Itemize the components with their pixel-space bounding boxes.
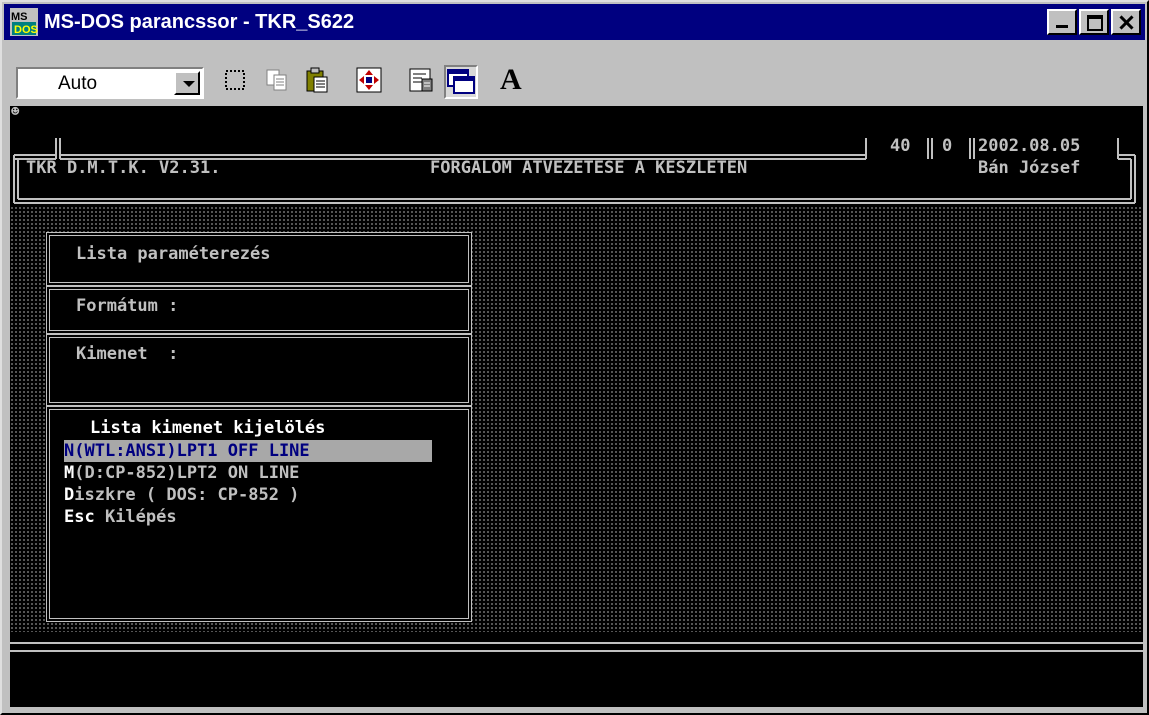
background-icon	[447, 69, 475, 94]
ms-dos-icon: MS DOS	[10, 8, 38, 36]
app-version: TKR D.M.T.K. V2.31.	[26, 158, 221, 178]
console-screen[interactable]: ☻ TKR D.M.T.K. V2.31. FORGALOM ATVEZETES…	[10, 106, 1143, 707]
minimize-button[interactable]	[1047, 9, 1077, 35]
paste-button[interactable]	[302, 65, 336, 99]
svg-text:DOS: DOS	[14, 24, 38, 36]
fullscreen-button[interactable]	[354, 65, 388, 99]
chevron-down-icon[interactable]	[174, 71, 200, 95]
menu-item-text: (WTL:ANSI)LPT1 OFF LINE	[74, 441, 310, 461]
copy-button[interactable]	[262, 65, 296, 99]
toolbar: Auto A	[4, 42, 1145, 106]
font-button[interactable]: A	[494, 63, 528, 99]
font-size-select[interactable]: Auto	[16, 67, 204, 99]
menu-item-lpt2[interactable]: M(D:CP-852)LPT2 ON LINE	[64, 462, 299, 484]
menu-item-key: D	[64, 485, 75, 505]
menu-item-exit[interactable]: Esc Kilépés	[64, 506, 177, 528]
list-panel: Lista paraméterezés Formátum : Kimenet :…	[46, 232, 472, 622]
mark-button[interactable]	[220, 65, 254, 99]
date: 2002.08.05	[978, 136, 1081, 156]
panel-title: Lista paraméterezés	[76, 244, 271, 264]
font-size-value: Auto	[58, 73, 98, 94]
title-bar[interactable]: MS DOS MS-DOS parancssor - TKR_S622	[4, 4, 1145, 40]
menu-item-disk[interactable]: Diszkre ( DOS: CP-852 )	[64, 484, 299, 506]
properties-button[interactable]	[406, 65, 440, 99]
svg-text:MS: MS	[11, 11, 28, 23]
background-button[interactable]	[444, 65, 478, 99]
dos-window: MS DOS MS-DOS parancssor - TKR_S622 Auto	[0, 0, 1149, 715]
paste-icon	[306, 67, 328, 93]
menu-item-text: (D:CP-852)LPT2 ON LINE	[74, 463, 300, 483]
menu-item-text: iszkre ( DOS: CP-852 )	[74, 485, 300, 505]
maximize-button[interactable]	[1079, 9, 1109, 35]
mark-icon	[225, 70, 245, 90]
menu-item-key: N	[64, 441, 75, 461]
function-title: FORGALOM ATVEZETESE A KESZLETEN	[430, 158, 748, 178]
counter-2: 0	[942, 136, 953, 156]
menu-item-key: Esc	[64, 507, 95, 527]
menu-item-key: M	[64, 463, 75, 483]
counter-1: 40	[890, 136, 911, 156]
font-icon: A	[500, 63, 522, 96]
copy-icon	[266, 69, 287, 91]
bottom-separator	[10, 642, 1143, 652]
user-name: Bán József	[978, 158, 1081, 178]
properties-icon	[409, 68, 433, 92]
window-title: MS-DOS parancssor - TKR_S622	[44, 11, 355, 33]
menu-title: Lista kimenet kijelölés	[90, 418, 326, 438]
fullscreen-icon	[356, 67, 382, 93]
close-button[interactable]	[1111, 9, 1141, 35]
header-frame	[13, 138, 1136, 204]
menu-item-text: Kilépés	[94, 507, 177, 527]
output-label: Kimenet :	[76, 344, 179, 364]
format-label: Formátum :	[76, 296, 179, 316]
menu-item-lpt1[interactable]: N(WTL:ANSI)LPT1 OFF LINE	[64, 440, 432, 462]
